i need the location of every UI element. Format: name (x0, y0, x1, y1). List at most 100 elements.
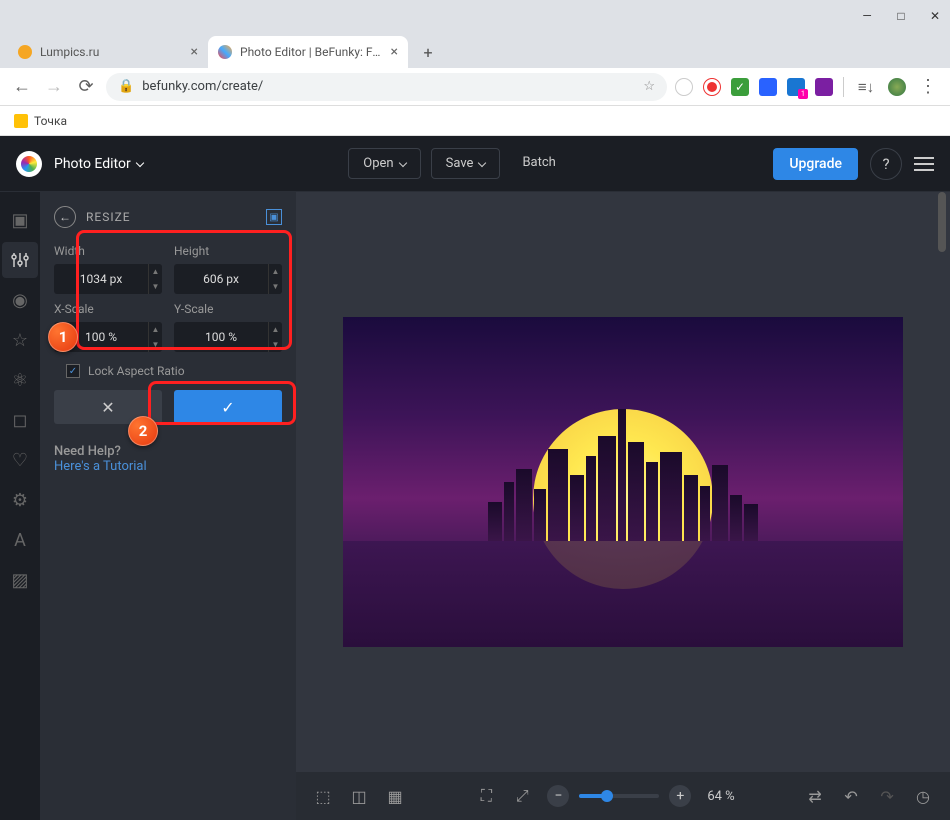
window-minimize[interactable]: — (860, 9, 874, 23)
tab-title: Lumpics.ru (40, 45, 183, 59)
spinner-down-icon[interactable]: ▼ (269, 279, 282, 294)
layers-icon[interactable]: ⬚ (312, 787, 334, 806)
ext-icon[interactable] (703, 78, 721, 96)
url-text: befunky.com/create/ (142, 79, 263, 94)
tool-rail: ▣ ◉ ☆ ⚛ ◻ ♡ ⚙ A ▨ (0, 192, 40, 820)
spinner-up-icon[interactable]: ▲ (149, 264, 162, 279)
help-tutorial-link[interactable]: Here's a Tutorial (54, 459, 282, 474)
apply-button[interactable]: ✓ (174, 390, 282, 424)
zoom-control: − + 64 % (547, 785, 734, 807)
extension-icons: ✓ 1 ≡↓ ⋮ (675, 76, 940, 97)
yscale-input[interactable]: 100 % ▲▼ (174, 322, 282, 352)
height-input[interactable]: 606 px ▲▼ (174, 264, 282, 294)
redo-icon[interactable]: ↷ (876, 787, 898, 806)
spinner-down-icon[interactable]: ▼ (269, 337, 282, 352)
reading-list-icon[interactable]: ≡↓ (854, 78, 878, 96)
address-field[interactable]: 🔒 befunky.com/create/ ☆ (106, 73, 667, 101)
browser-tab-1[interactable]: Photo Editor | BeFunky: Free Onl × (208, 36, 408, 68)
rail-heart-icon[interactable]: ♡ (2, 442, 38, 478)
rail-text-icon[interactable]: A (2, 522, 38, 558)
zoom-slider[interactable] (579, 794, 659, 798)
open-button[interactable]: Open (348, 148, 420, 179)
star-icon[interactable]: ☆ (643, 79, 655, 94)
compare-icon[interactable]: ◫ (348, 787, 370, 806)
annotation-badge-2: 2 (128, 416, 158, 446)
undo-icon[interactable]: ↶ (840, 787, 862, 806)
browser-menu-icon[interactable]: ⋮ (916, 76, 940, 97)
app-header: Photo Editor Open Save Batch Upgrade ? (0, 136, 950, 192)
zoom-in-button[interactable]: + (669, 785, 691, 807)
tab-title: Photo Editor | BeFunky: Free Onl (240, 45, 383, 59)
new-tab-button[interactable]: + (416, 40, 440, 64)
spinner-up-icon[interactable]: ▲ (269, 264, 282, 279)
batch-button[interactable]: Batch (510, 148, 567, 179)
ext-icon[interactable]: 1 (787, 78, 805, 96)
save-button[interactable]: Save (431, 148, 501, 179)
vertical-scrollbar[interactable] (938, 192, 948, 770)
lock-aspect-label: Lock Aspect Ratio (88, 364, 185, 378)
ext-icon[interactable]: ✓ (731, 78, 749, 96)
canvas-viewport[interactable] (296, 192, 950, 772)
grid-icon[interactable]: ▦ (384, 787, 406, 806)
mode-selector[interactable]: Photo Editor (54, 156, 143, 172)
expand-icon[interactable]: ⤢ (511, 786, 533, 806)
rail-star-icon[interactable]: ☆ (2, 322, 38, 358)
history-icon[interactable]: ◷ (912, 787, 934, 806)
rail-gear-icon[interactable]: ⚙ (2, 482, 38, 518)
chevron-down-icon (478, 158, 486, 166)
shuffle-icon[interactable]: ⇄ (804, 787, 826, 806)
browser-tabs: Lumpics.ru × Photo Editor | BeFunky: Fre… (0, 32, 950, 68)
app-root: Photo Editor Open Save Batch Upgrade ? ▣… (0, 136, 950, 820)
app-logo[interactable] (16, 151, 42, 177)
tab-favicon (218, 45, 232, 59)
nav-reload-icon[interactable]: ⟳ (74, 76, 98, 97)
rail-frames-icon[interactable]: ⚛ (2, 362, 38, 398)
spinner-down-icon[interactable]: ▼ (149, 337, 162, 352)
tab-favicon (18, 45, 32, 59)
upgrade-button[interactable]: Upgrade (773, 148, 858, 180)
window-maximize[interactable]: □ (894, 9, 908, 23)
ext-icon[interactable] (815, 78, 833, 96)
rail-image-icon[interactable]: ▣ (2, 202, 38, 238)
canvas-area: ⬚ ◫ ▦ ⛶ ⤢ − + 64 % ⇄ ↶ ↷ ◷ (296, 192, 950, 820)
divider (843, 77, 844, 97)
panel-back-button[interactable]: ← (54, 206, 76, 228)
rail-graphics-icon[interactable]: ◻ (2, 402, 38, 438)
rail-textures-icon[interactable]: ▨ (2, 562, 38, 598)
lock-aspect-checkbox[interactable]: ✓ (66, 364, 80, 378)
nav-back-icon[interactable]: ← (10, 76, 34, 97)
nav-forward-icon[interactable]: → (42, 76, 66, 97)
rail-effects-icon[interactable]: ◉ (2, 282, 38, 318)
help-button[interactable]: ? (870, 148, 902, 180)
browser-tab-0[interactable]: Lumpics.ru × (8, 36, 208, 68)
profile-avatar[interactable] (888, 78, 906, 96)
panel-title: RESIZE (86, 210, 131, 224)
tab-close-icon[interactable]: × (191, 44, 198, 60)
help-title: Need Help? (54, 444, 282, 459)
bookmark-item[interactable]: Точка (34, 114, 67, 128)
bookmark-folder-icon (14, 114, 28, 128)
rail-adjust-icon[interactable] (2, 242, 38, 278)
chevron-down-icon (135, 158, 143, 166)
window-close[interactable]: ✕ (928, 9, 942, 23)
tab-close-icon[interactable]: × (391, 44, 398, 60)
fit-icon[interactable]: ⛶ (475, 786, 497, 806)
bottom-toolbar: ⬚ ◫ ▦ ⛶ ⤢ − + 64 % ⇄ ↶ ↷ ◷ (296, 772, 950, 820)
chevron-down-icon (398, 158, 406, 166)
side-panel: ← RESIZE ▣ 1 Width 1034 px ▲▼ Height 60 (40, 192, 296, 820)
xscale-label: X-Scale (54, 302, 162, 316)
ext-icon[interactable] (759, 78, 777, 96)
mode-label-text: Photo Editor (54, 156, 131, 172)
ext-icon[interactable] (675, 78, 693, 96)
canvas-image (343, 317, 903, 647)
address-bar: ← → ⟳ 🔒 befunky.com/create/ ☆ ✓ 1 ≡↓ ⋮ (0, 68, 950, 106)
spinner-down-icon[interactable]: ▼ (149, 279, 162, 294)
panel-batch-icon[interactable]: ▣ (266, 209, 282, 225)
width-label: Width (54, 244, 162, 258)
yscale-label: Y-Scale (174, 302, 282, 316)
width-input[interactable]: 1034 px ▲▼ (54, 264, 162, 294)
menu-button[interactable] (914, 157, 934, 171)
spinner-up-icon[interactable]: ▲ (149, 322, 162, 337)
zoom-out-button[interactable]: − (547, 785, 569, 807)
spinner-up-icon[interactable]: ▲ (269, 322, 282, 337)
